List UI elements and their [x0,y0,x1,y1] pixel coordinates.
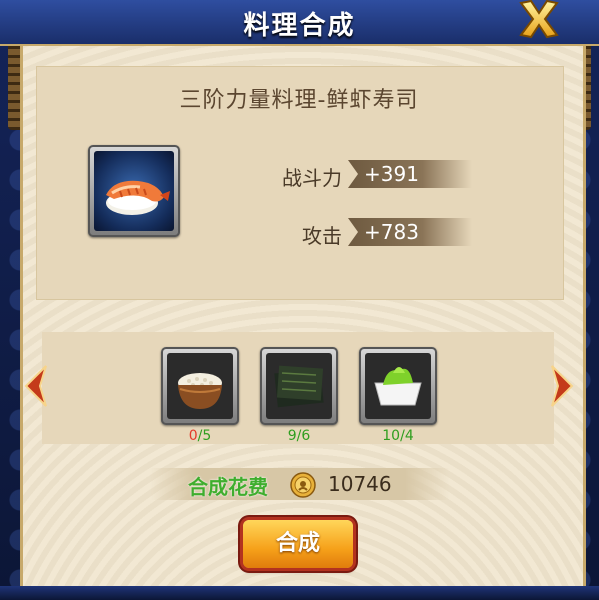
coin-icon [290,472,316,498]
rice-bowl-icon [178,373,222,409]
material-count-rice: 0/5 [188,428,212,444]
window-title: 料理合成 [243,11,356,41]
wasabi-icon [374,367,422,406]
close-icon [519,0,559,39]
shrimp-sushi-icon [106,180,170,215]
stat-value-attack: +783 [348,218,472,246]
prev-arrow-icon[interactable] [22,364,48,408]
stat-label-power: 战斗力 [282,166,342,190]
next-arrow-icon[interactable] [550,364,576,408]
dish-name: 三阶力量料理-鲜虾寿司 [179,88,419,113]
material-count-wasabi: 10/4 [382,428,414,444]
material-count-seaweed: 9/6 [287,428,311,444]
synthesize-button[interactable]: 合成 [243,520,353,568]
seaweed-icon [274,365,324,408]
material-slot-wasabi[interactable] [359,347,437,425]
stat-value-power: +391 [348,160,472,188]
material-slot-seaweed[interactable] [260,347,338,425]
title-bar: 料理合成 [0,0,599,46]
cost-label: 合成花费 [188,475,268,499]
cost-value: 10746 [328,472,392,496]
bottom-border [0,586,599,600]
material-slot-rice[interactable] [161,347,239,425]
close-button[interactable] [514,0,564,39]
stat-label-attack: 攻击 [302,224,342,248]
dish-icon-frame[interactable] [88,145,180,237]
